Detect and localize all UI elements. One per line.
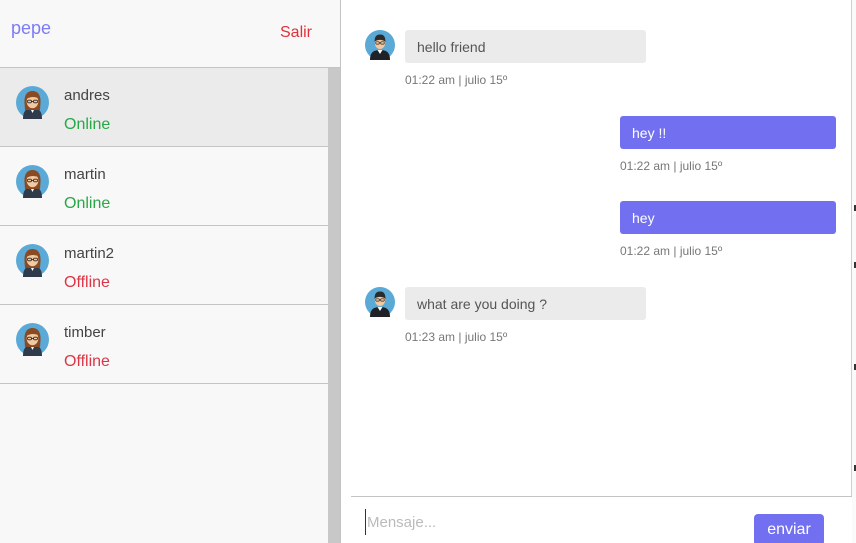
message-time: 01:22 am | julio 15º <box>620 159 723 173</box>
contact-name: martin2 <box>64 245 115 262</box>
message-time: 01:22 am | julio 15º <box>620 244 723 258</box>
contact-status: Online <box>64 195 111 212</box>
message-time: 01:22 am | julio 15º <box>405 73 508 87</box>
panel-header: pepe Salir <box>0 0 340 68</box>
contact-item-andres[interactable]: andres Online <box>0 68 328 147</box>
conversation-panel: hello friend 01:22 am | julio 15º hey !!… <box>341 0 852 543</box>
contact-status: Online <box>64 116 111 133</box>
contact-name: andres <box>64 87 110 104</box>
message-composer: enviar <box>351 496 852 543</box>
message-input[interactable] <box>365 509 735 535</box>
current-username: pepe <box>11 18 52 38</box>
contact-list: andres Online martin Online martin2 Offl… <box>0 68 328 543</box>
window-edge <box>852 0 856 543</box>
message-time: 01:23 am | julio 15º <box>405 330 508 344</box>
message-bubble: hey <box>620 201 836 234</box>
contact-name: martin <box>64 166 106 183</box>
female-avatar-icon <box>16 165 49 198</box>
message-bubble: what are you doing ? <box>405 287 646 320</box>
send-button[interactable]: enviar <box>754 514 824 543</box>
contact-item-timber[interactable]: timber Offline <box>0 305 328 384</box>
contact-status: Offline <box>64 274 110 291</box>
male-avatar-icon <box>365 287 395 317</box>
female-avatar-icon <box>16 244 49 277</box>
chat-app: pepe Salir andres Online martin Online m… <box>0 0 856 543</box>
contact-name: timber <box>64 324 106 341</box>
contacts-panel: pepe Salir andres Online martin Online m… <box>0 0 341 543</box>
contact-item-martin[interactable]: martin Online <box>0 147 328 226</box>
message-bubble: hey !! <box>620 116 836 149</box>
contact-list-scrollbar[interactable] <box>328 68 340 543</box>
contact-item-martin2[interactable]: martin2 Offline <box>0 226 328 305</box>
logout-link[interactable]: Salir <box>280 24 312 42</box>
message-bubble: hello friend <box>405 30 646 63</box>
contact-status: Offline <box>64 353 110 370</box>
female-avatar-icon <box>16 86 49 119</box>
male-avatar-icon <box>365 30 395 60</box>
female-avatar-icon <box>16 323 49 356</box>
